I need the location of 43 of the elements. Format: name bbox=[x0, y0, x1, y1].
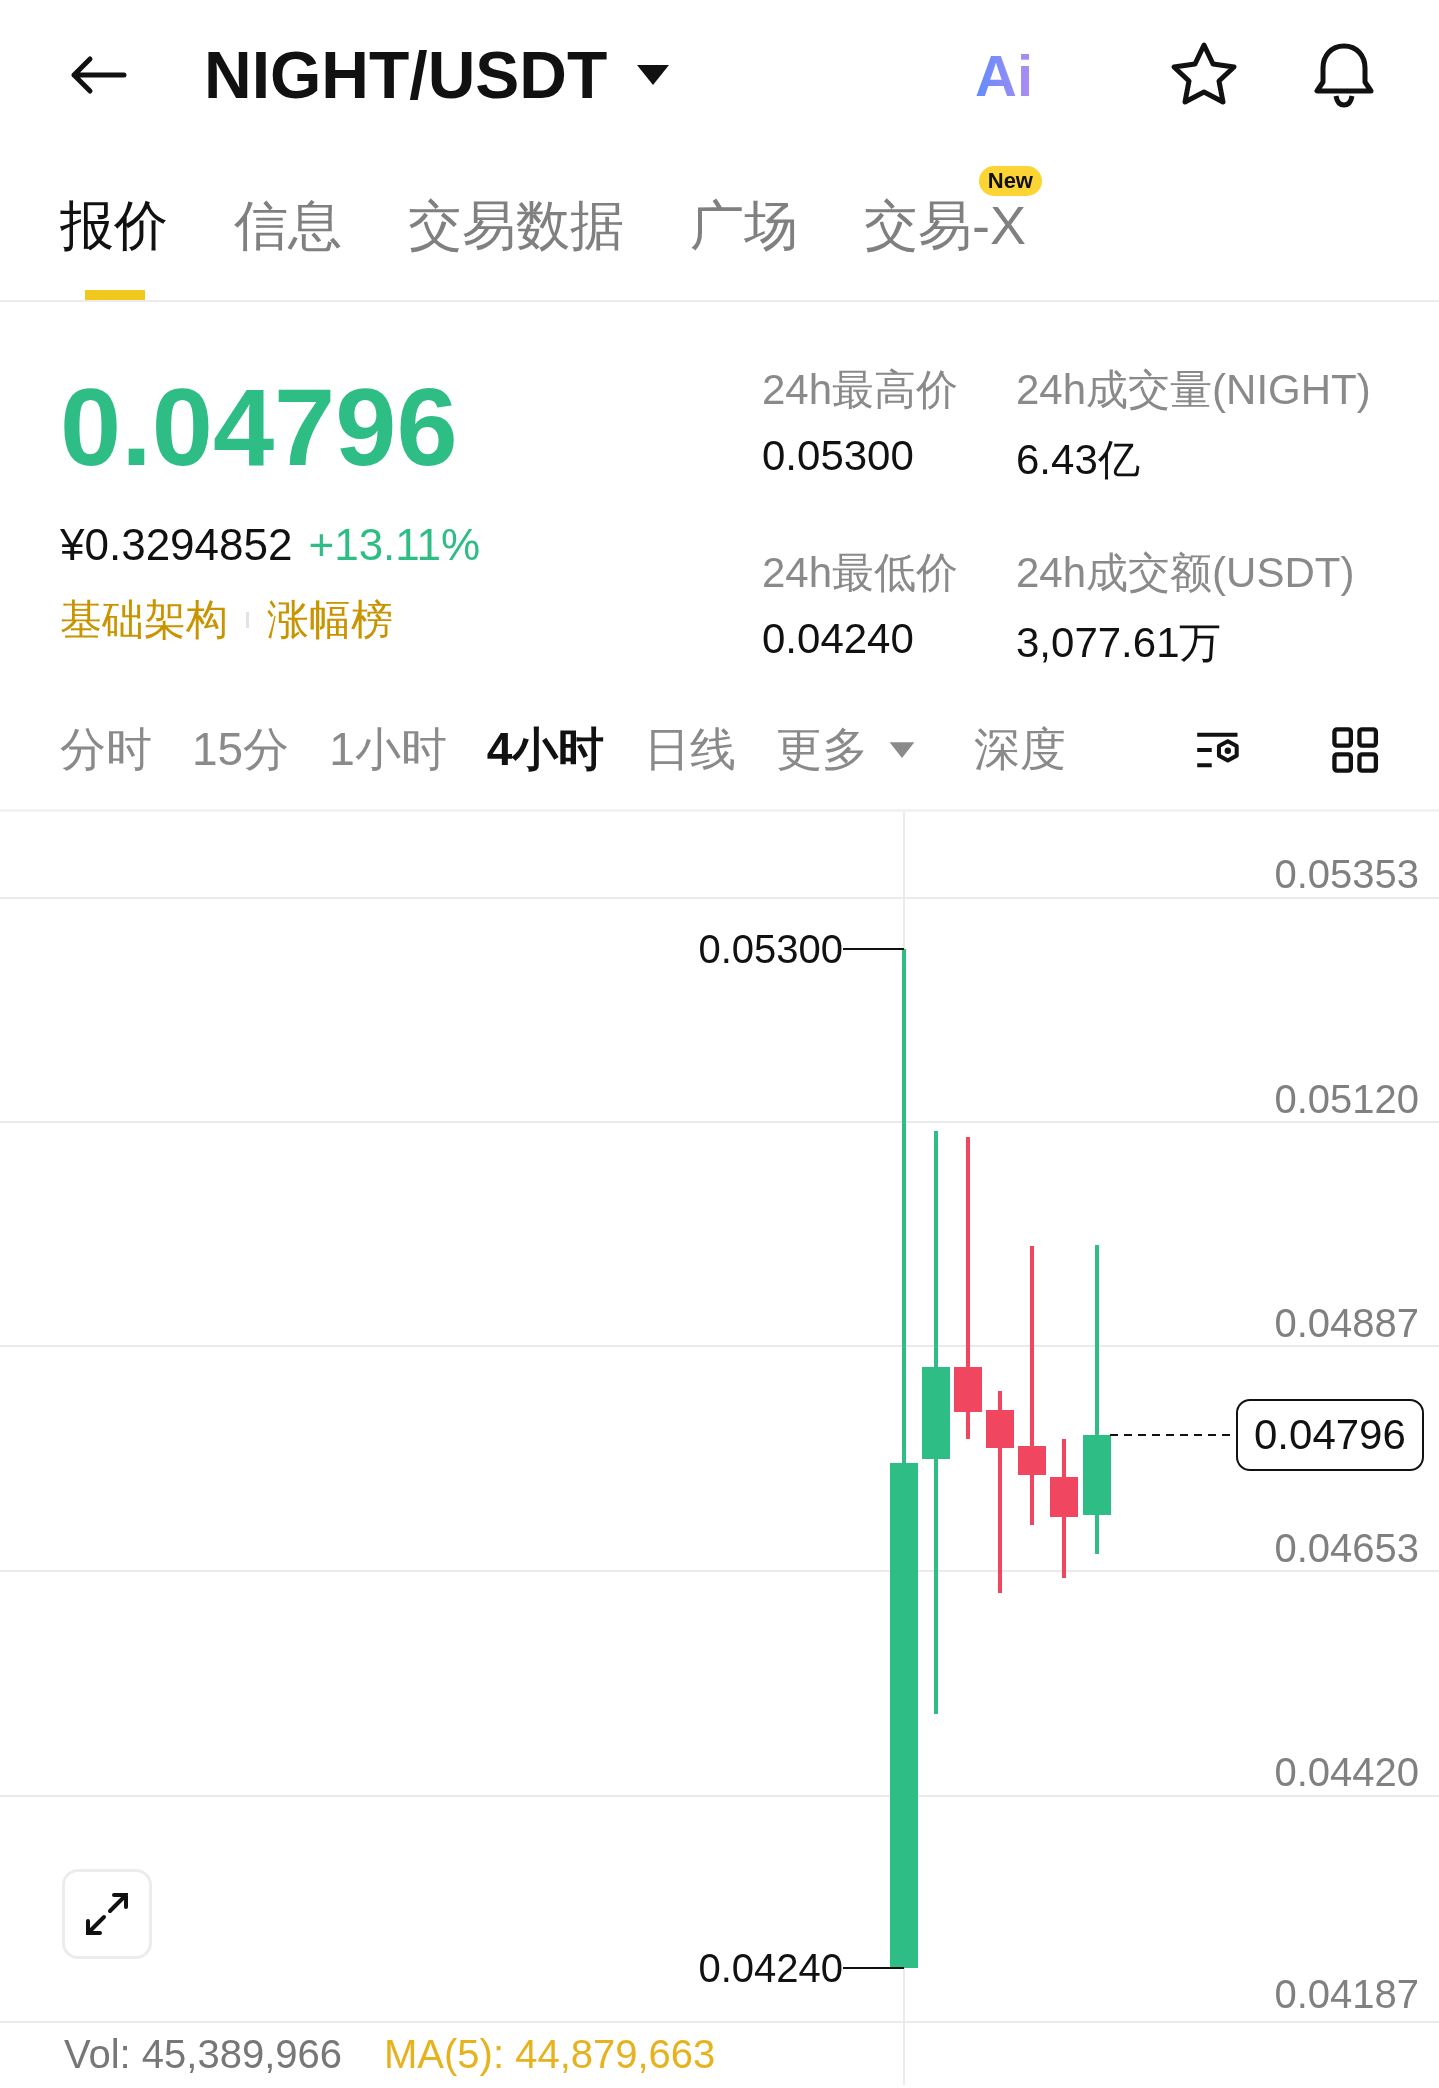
stat-label: 24h成交量(NIGHT) bbox=[1016, 365, 1372, 415]
pair-title[interactable]: NIGHT/USDT bbox=[204, 37, 608, 113]
caret-icon bbox=[888, 740, 917, 759]
low-price-marker: 0.04240 bbox=[698, 1945, 843, 1992]
price-axis-label: 0.04653 bbox=[1274, 1525, 1419, 1572]
cny-price: ¥0.3294852 bbox=[60, 520, 293, 570]
leader-line bbox=[842, 948, 905, 950]
price-axis-label: 0.05353 bbox=[1274, 851, 1419, 898]
stat-value: 6.43亿 bbox=[1016, 435, 1141, 485]
tab[interactable]: 交易-X bbox=[864, 198, 1026, 252]
stat-label: 24h最低价 bbox=[762, 548, 960, 598]
ma-reading: MA(5): 44,879,663 bbox=[384, 2031, 716, 2077]
stat-value: 0.04240 bbox=[762, 615, 915, 663]
price-axis-label: 0.05120 bbox=[1274, 1076, 1419, 1123]
leader-line bbox=[842, 1967, 905, 1969]
interval-tab[interactable]: 1小时 bbox=[329, 718, 447, 781]
stat-value: 3,077.61万 bbox=[1016, 618, 1223, 668]
stat-label: 24h最高价 bbox=[762, 365, 960, 415]
category-tag[interactable]: 基础架构 bbox=[60, 592, 228, 648]
more-dropdown[interactable]: 更多 bbox=[776, 718, 917, 781]
high-price-marker: 0.05300 bbox=[698, 926, 843, 973]
interval-tab[interactable]: 分时 bbox=[60, 718, 152, 781]
last-price-tag: 0.04796 bbox=[1236, 1399, 1424, 1471]
tab[interactable]: 信息 bbox=[234, 198, 342, 252]
price-axis-label: 0.04420 bbox=[1274, 1749, 1419, 1796]
category-tag[interactable]: 涨幅榜 bbox=[267, 592, 393, 648]
interval-tab[interactable]: 深度 bbox=[974, 718, 1067, 781]
tab[interactable]: 报价 bbox=[60, 198, 168, 252]
interval-tab[interactable]: 日线 bbox=[644, 718, 737, 781]
interval-tab[interactable]: 15分 bbox=[192, 718, 290, 781]
price-axis-label: 0.04187 bbox=[1274, 1971, 1419, 2018]
caret-icon[interactable] bbox=[635, 63, 672, 87]
price-change: +13.11% bbox=[308, 520, 481, 570]
interval-tab[interactable]: 4小时 bbox=[486, 718, 605, 781]
stat-label: 24h成交额(USDT) bbox=[1016, 548, 1356, 598]
last-price: 0.04796 bbox=[60, 372, 459, 482]
tab[interactable]: 交易数据 bbox=[408, 198, 624, 252]
tab[interactable]: 广场 bbox=[690, 198, 798, 252]
volume-reading: Vol: 45,389,966 bbox=[64, 2031, 343, 2077]
price-axis-label: 0.04887 bbox=[1274, 1300, 1419, 1347]
fullscreen-button[interactable] bbox=[62, 1869, 152, 1959]
new-badge: New bbox=[978, 166, 1042, 196]
stat-value: 0.05300 bbox=[762, 432, 915, 480]
